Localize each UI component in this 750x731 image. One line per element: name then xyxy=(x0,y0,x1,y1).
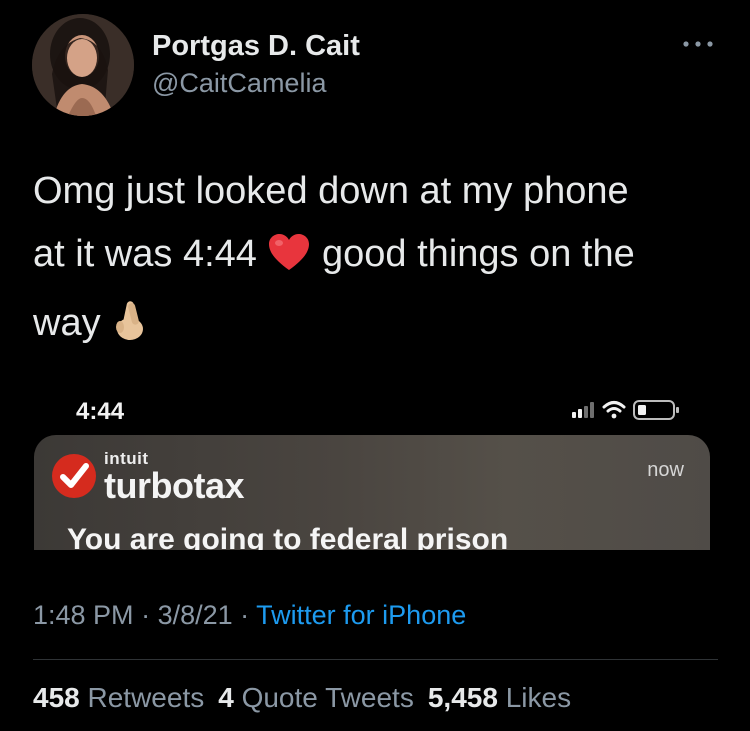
likes-stat[interactable]: 5,458 Likes xyxy=(428,682,571,713)
turbotax-label: turbotax xyxy=(104,465,245,506)
retweets-stat[interactable]: 458 Retweets xyxy=(33,682,204,713)
turbotax-check-icon xyxy=(51,453,97,499)
avatar-photo xyxy=(32,14,134,116)
notification-message: You are going to federal prison xyxy=(67,523,509,550)
tweet-time: 1:48 PM xyxy=(33,600,134,630)
tweet-line-2: at it was 4:44 good things on the xyxy=(33,223,723,292)
display-name[interactable]: Portgas D. Cait xyxy=(152,30,360,63)
signal-icon xyxy=(572,402,594,418)
tweet-source-link[interactable]: Twitter for iPhone xyxy=(256,600,466,630)
divider xyxy=(33,659,718,660)
tweet-line-2-end: good things on the xyxy=(322,233,635,275)
tweet-stats: 458 Retweets 4 Quote Tweets 5,458 Likes xyxy=(33,682,571,714)
user-handle[interactable]: @CaitCamelia xyxy=(152,68,326,99)
tweet-text: Omg just looked down at my phone at it w… xyxy=(33,160,723,361)
tweet-date: 3/8/21 xyxy=(157,600,233,630)
notification-time: now xyxy=(647,459,684,481)
meta-separator: · xyxy=(232,600,257,630)
tweet-line-3: way xyxy=(33,292,723,361)
quote-tweets-label: Quote Tweets xyxy=(241,682,414,713)
retweets-label: Retweets xyxy=(87,682,205,713)
crossed-fingers-emoji xyxy=(111,297,149,361)
tweet-line-1: Omg just looked down at my phone xyxy=(33,170,629,212)
wifi-icon xyxy=(602,401,626,419)
meta-separator: · xyxy=(133,600,158,630)
notification-card[interactable]: intuit turbotax now You are going to fed… xyxy=(34,435,710,550)
more-options-icon[interactable] xyxy=(678,28,718,58)
avatar[interactable] xyxy=(32,14,134,116)
tweet-line-2-start: at it was 4:44 xyxy=(33,233,257,275)
likes-count: 5,458 xyxy=(427,682,498,713)
retweets-count: 458 xyxy=(33,682,80,713)
quote-tweets-count: 4 xyxy=(218,682,234,713)
likes-label: Likes xyxy=(505,682,572,713)
status-bar-icons xyxy=(572,398,712,429)
status-bar-time: 4:44 xyxy=(76,398,125,425)
battery-icon xyxy=(633,400,679,420)
red-heart-emoji xyxy=(267,229,311,292)
embedded-screenshot[interactable]: 4:44 intuit turbotax now You are going t… xyxy=(34,378,714,550)
tweet-meta: 1:48 PM · 3/8/21 · Twitter for iPhone xyxy=(33,600,466,631)
tweet-line-3-text: way xyxy=(33,302,101,344)
quote-tweets-stat[interactable]: 4 Quote Tweets xyxy=(218,682,414,713)
